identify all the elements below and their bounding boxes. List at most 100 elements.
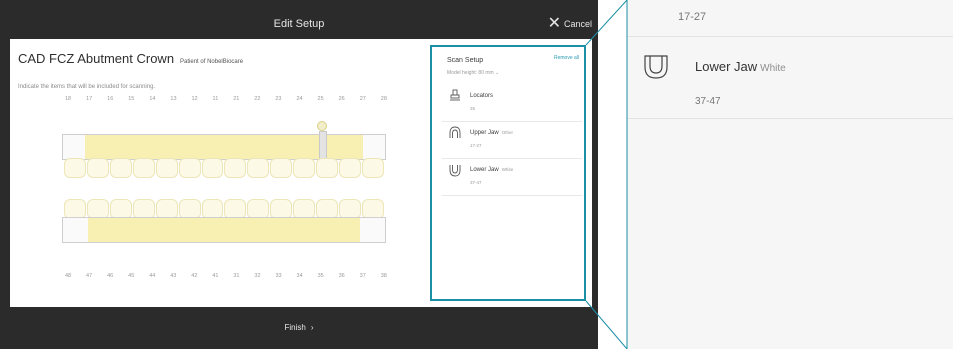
locator-marker[interactable] bbox=[317, 121, 327, 131]
tooth[interactable] bbox=[224, 158, 247, 178]
tooth[interactable] bbox=[224, 199, 247, 219]
top-bar: Edit Setup ✕ Cancel bbox=[0, 9, 598, 39]
lower-jaw-title[interactable]: Lower Jaw White bbox=[695, 59, 786, 74]
tooth[interactable] bbox=[132, 158, 155, 178]
divider bbox=[627, 36, 953, 37]
tooth[interactable] bbox=[247, 199, 270, 219]
tooth-number: 38 bbox=[380, 273, 387, 279]
item-name-text: Lower Jaw bbox=[470, 167, 499, 173]
tooth[interactable] bbox=[247, 158, 270, 178]
tooth-number: 46 bbox=[107, 273, 114, 279]
lower-jaw-icon bbox=[644, 55, 668, 79]
tooth-number: 21 bbox=[233, 96, 240, 102]
tooth[interactable] bbox=[155, 158, 178, 178]
upper-tooth-numbers: 18 17 16 15 14 13 12 11 21 22 23 24 25 2… bbox=[65, 96, 387, 102]
tooth[interactable] bbox=[293, 199, 316, 219]
upper-jaw-base[interactable] bbox=[62, 134, 386, 160]
tooth[interactable] bbox=[178, 199, 201, 219]
zoomed-detail-panel: 17-27 Lower Jaw White 37-47 bbox=[627, 0, 953, 349]
tooth[interactable] bbox=[109, 158, 132, 178]
tooth[interactable] bbox=[201, 158, 224, 178]
lower-jaw-range: 37-47 bbox=[695, 96, 721, 107]
item-shade: White bbox=[501, 167, 514, 172]
tooth[interactable] bbox=[361, 158, 384, 178]
tooth-number: 37 bbox=[359, 273, 366, 279]
item-shade: Other bbox=[501, 130, 513, 135]
chevron-down-icon: ⌄ bbox=[495, 70, 500, 76]
dental-app-screenshot: Edit Setup ✕ Cancel CAD FCZ Abutment Cro… bbox=[0, 0, 598, 349]
tooth-number: 11 bbox=[212, 96, 219, 102]
tooth[interactable] bbox=[155, 199, 178, 219]
tooth[interactable] bbox=[270, 199, 293, 219]
tooth[interactable] bbox=[86, 158, 109, 178]
tooth[interactable] bbox=[201, 199, 224, 219]
tooth-number: 35 bbox=[317, 273, 324, 279]
tooth-number: 47 bbox=[86, 273, 93, 279]
tooth[interactable] bbox=[316, 199, 339, 219]
locator-icon bbox=[450, 89, 460, 101]
lower-jaw-shade: White bbox=[760, 63, 786, 74]
tooth-number: 25 bbox=[317, 96, 324, 102]
tooth-number: 36 bbox=[338, 273, 345, 279]
tooth[interactable] bbox=[270, 158, 293, 178]
lower-teeth-row bbox=[64, 199, 384, 219]
tooth-number: 33 bbox=[275, 273, 282, 279]
cancel-label: Cancel bbox=[563, 19, 592, 29]
tooth-number: 24 bbox=[296, 96, 303, 102]
lower-jaw-icon bbox=[449, 165, 461, 177]
finish-button[interactable]: Finish › bbox=[0, 313, 598, 341]
chevron-right-icon: › bbox=[310, 322, 314, 332]
lower-jaw-base[interactable] bbox=[62, 217, 386, 243]
tooth[interactable] bbox=[316, 158, 339, 178]
tooth-number: 16 bbox=[107, 96, 114, 102]
divider bbox=[442, 195, 582, 196]
lower-jaw-name: Lower Jaw bbox=[695, 59, 758, 74]
divider bbox=[627, 118, 953, 119]
tooth[interactable] bbox=[86, 199, 109, 219]
tooth-number: 41 bbox=[212, 273, 219, 279]
dialog-title: Edit Setup bbox=[273, 18, 325, 30]
tooth[interactable] bbox=[109, 199, 132, 219]
tooth-number: 18 bbox=[65, 96, 72, 102]
divider bbox=[442, 158, 582, 159]
upper-teeth-row bbox=[64, 158, 384, 178]
tooth-number: 12 bbox=[191, 96, 198, 102]
tooth[interactable] bbox=[64, 158, 86, 178]
model-height-value: Model height: 80 mm bbox=[447, 70, 494, 76]
tooth-number: 28 bbox=[380, 96, 387, 102]
cancel-button[interactable]: ✕ Cancel bbox=[548, 9, 592, 39]
divider bbox=[442, 121, 582, 122]
tooth-number: 43 bbox=[170, 273, 177, 279]
tooth[interactable] bbox=[132, 199, 155, 219]
scan-setup-panel: Scan Setup Remove all Model height: 80 m… bbox=[430, 45, 586, 301]
item-name-text: Locators bbox=[470, 93, 494, 99]
tooth-number: 23 bbox=[275, 96, 282, 102]
tooth[interactable] bbox=[64, 199, 86, 219]
tooth-number: 34 bbox=[296, 273, 303, 279]
scan-item-name: Upper Jaw Other bbox=[470, 130, 513, 136]
tooth[interactable] bbox=[361, 199, 384, 219]
tooth-number: 17 bbox=[86, 96, 93, 102]
close-icon: ✕ bbox=[547, 15, 561, 32]
remove-all-link[interactable]: Remove all bbox=[554, 55, 579, 61]
lower-jaw-selection bbox=[88, 218, 360, 242]
scan-item-range: 37-47 bbox=[470, 180, 482, 185]
model-height-select[interactable]: Model height: 80 mm ⌄ bbox=[447, 70, 499, 76]
tooth-number: 44 bbox=[149, 273, 156, 279]
tooth-number: 22 bbox=[254, 96, 261, 102]
tooth[interactable] bbox=[178, 158, 201, 178]
tooth-number: 27 bbox=[359, 96, 366, 102]
tooth-number: 31 bbox=[233, 273, 240, 279]
scan-item-name: Locators bbox=[470, 93, 493, 99]
tooth[interactable] bbox=[293, 158, 316, 178]
lower-tooth-numbers: 48 47 46 45 44 43 42 41 31 32 33 34 35 3… bbox=[65, 273, 387, 279]
tooth-number: 32 bbox=[254, 273, 261, 279]
tooth-number: 13 bbox=[170, 96, 177, 102]
tooth[interactable] bbox=[339, 199, 361, 219]
patient-name: Patient of NobelBiocare bbox=[180, 59, 244, 65]
upper-jaw-range: 17-27 bbox=[678, 11, 707, 23]
scan-setup-title: Scan Setup bbox=[447, 57, 484, 64]
tooth[interactable] bbox=[339, 158, 361, 178]
upper-jaw-icon bbox=[449, 126, 461, 138]
case-title: CAD FCZ Abutment Crown bbox=[18, 51, 175, 66]
